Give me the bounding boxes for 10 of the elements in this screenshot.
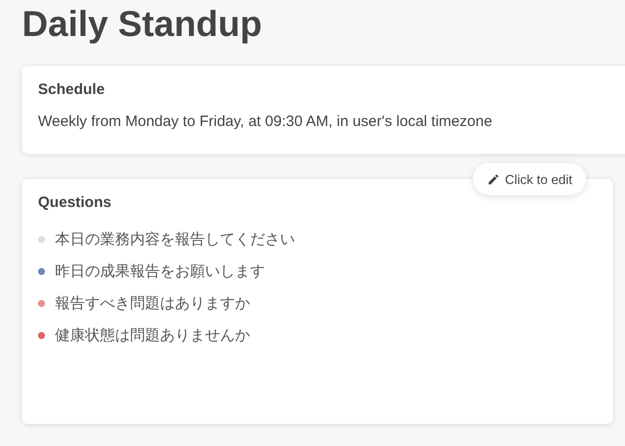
card-heading: Schedule	[38, 80, 106, 100]
schedule-text: Weekly from Monday to Friday, at 09:30 AM, in user's local timezone	[38, 112, 494, 132]
question-text: 報告すべき問題はありますか	[55, 294, 250, 312]
question-text: 健康状態は問題ありませんか	[55, 326, 250, 344]
card-heading: Questions	[38, 193, 112, 213]
edit-button[interactable]: Click to edit	[473, 163, 586, 195]
page-title: Daily Standup	[22, 2, 264, 46]
pencil-icon	[487, 172, 500, 186]
question-text: 昨日の成果報告をお願いします	[55, 262, 265, 280]
question-text: 本日の業務内容を報告してください	[55, 230, 295, 248]
